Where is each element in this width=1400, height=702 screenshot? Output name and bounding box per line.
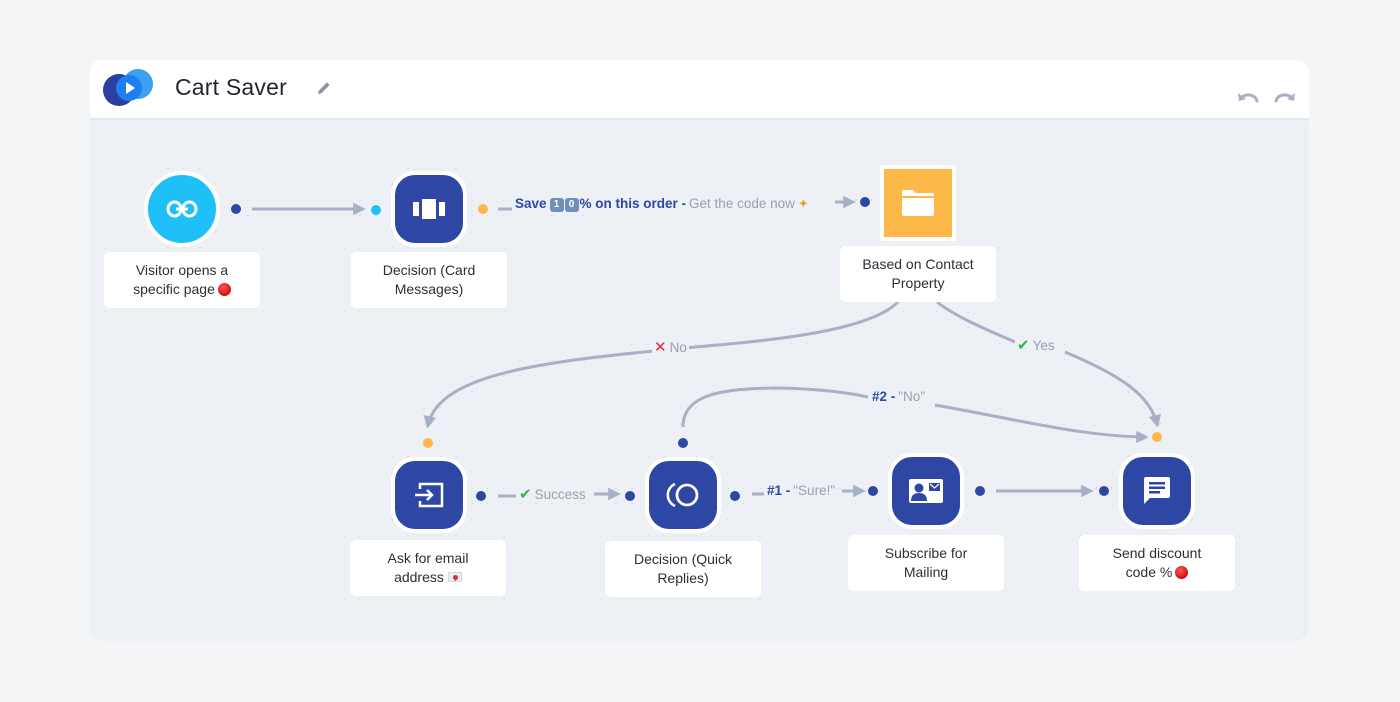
output-port[interactable] — [478, 204, 488, 214]
edge-label-success[interactable]: ✔ Success — [517, 485, 588, 503]
cross-icon: ✕ — [654, 339, 667, 356]
red-circle-emoji — [1175, 566, 1189, 579]
check-icon: ✔ — [1017, 337, 1030, 354]
edge-label-reply-2[interactable]: #2 - "No" — [870, 389, 928, 404]
play-bubbles-logo — [103, 69, 153, 106]
node-subscribe-icon[interactable] — [888, 453, 964, 529]
output-port[interactable] — [476, 491, 486, 501]
red-circle-emoji — [217, 283, 231, 296]
node-subscribe-label[interactable]: Subscribe for Mailing — [848, 535, 1004, 591]
input-port[interactable] — [860, 197, 870, 207]
edge-label-yes[interactable]: ✔ Yes — [1015, 336, 1057, 354]
keycap-one-emoji: 10 — [549, 195, 580, 212]
node-send-discount-label[interactable]: Send discount code % — [1079, 535, 1235, 591]
edge-label-card-to-property[interactable]: Save 10 % on this order - Get the code n… — [513, 195, 811, 212]
node-send-discount-icon[interactable] — [1119, 453, 1195, 529]
party-popper-emoji: ✦ — [797, 195, 809, 211]
quick-replies-icon — [666, 482, 699, 508]
output-port[interactable] — [231, 204, 241, 214]
input-port[interactable] — [371, 205, 381, 215]
header-bar: Cart Saver — [90, 60, 1309, 120]
output-port[interactable] — [678, 438, 688, 448]
node-ask-email-label[interactable]: Ask for email address — [350, 540, 506, 596]
node-trigger-label[interactable]: Visitor opens a specific page — [104, 252, 260, 308]
node-card-decision-icon[interactable] — [391, 171, 467, 247]
node-quick-replies-label[interactable]: Decision (Quick Replies) — [605, 541, 761, 597]
redo-icon[interactable] — [1272, 88, 1298, 106]
input-port[interactable] — [1099, 486, 1109, 496]
edge-label-no[interactable]: ✕ No — [652, 338, 689, 356]
input-port[interactable] — [423, 438, 433, 448]
link-icon — [166, 200, 198, 218]
undo-icon[interactable] — [1235, 88, 1261, 106]
contact-card-icon — [909, 479, 943, 503]
love-letter-emoji — [447, 572, 462, 582]
input-icon — [415, 482, 444, 508]
input-port[interactable] — [868, 486, 878, 496]
chat-message-icon — [1144, 477, 1170, 504]
cards-icon — [413, 199, 445, 219]
input-port[interactable] — [625, 491, 635, 501]
node-ask-email-icon[interactable] — [391, 457, 467, 533]
node-quick-replies-icon[interactable] — [645, 457, 721, 533]
input-port[interactable] — [1152, 432, 1162, 442]
output-port[interactable] — [730, 491, 740, 501]
node-contact-property-icon[interactable] — [880, 165, 956, 241]
output-port[interactable] — [975, 486, 985, 496]
pencil-icon[interactable] — [315, 79, 333, 97]
edge-label-reply-1[interactable]: #1 - "Sure!" — [765, 483, 838, 498]
node-card-decision-label[interactable]: Decision (Card Messages) — [351, 252, 507, 308]
folder-icon — [902, 190, 934, 216]
flow-title: Cart Saver — [175, 74, 287, 100]
node-contact-property-label[interactable]: Based on Contact Property — [840, 246, 996, 302]
check-icon: ✔ — [519, 486, 532, 503]
node-trigger-icon[interactable] — [144, 171, 220, 247]
